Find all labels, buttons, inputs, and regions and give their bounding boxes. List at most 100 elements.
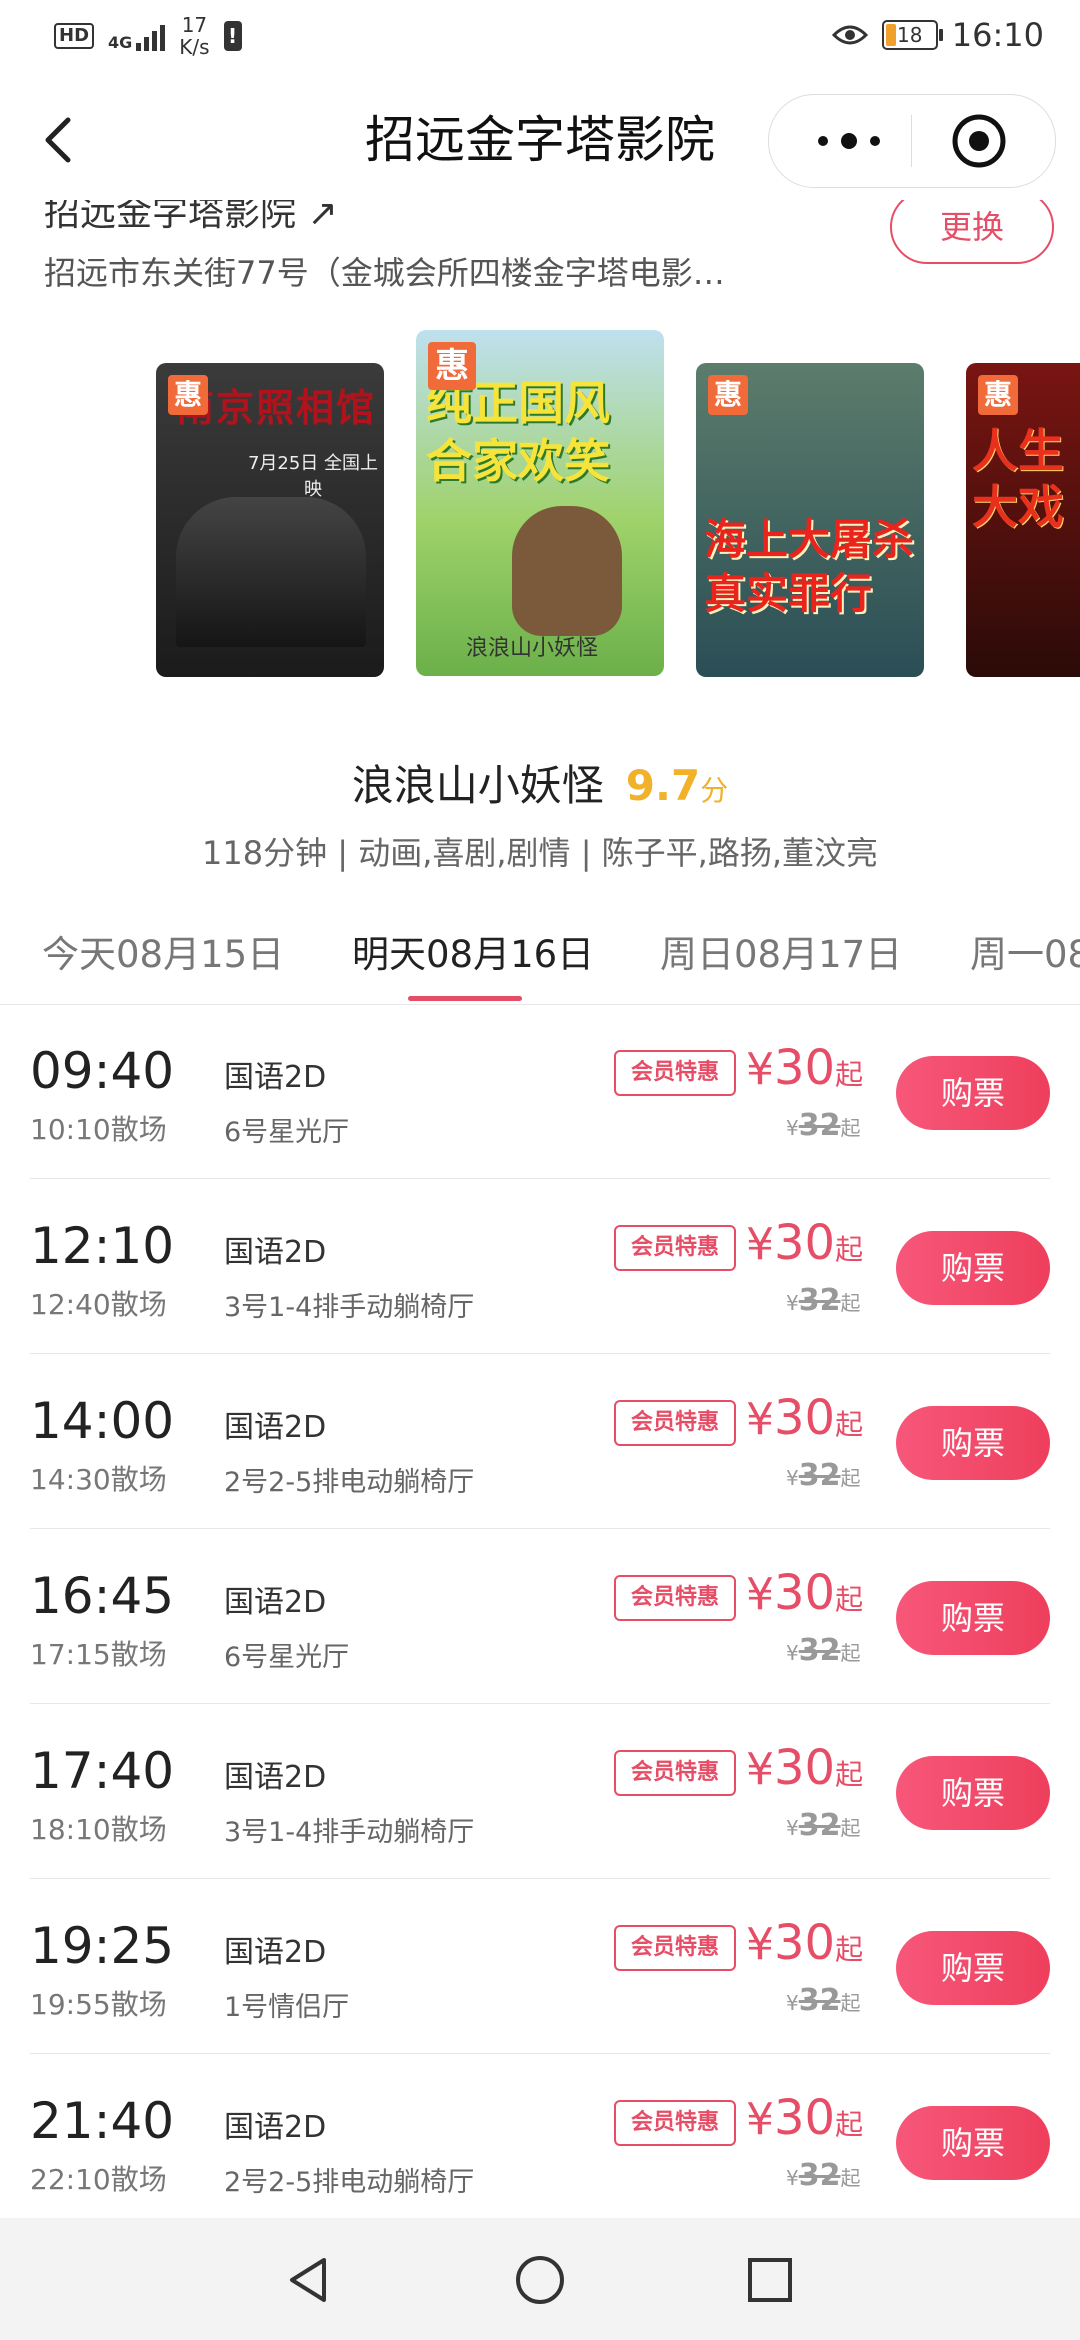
movie-title-row: 浪浪山小妖怪 9.7分 xyxy=(0,752,1080,813)
movie-poster-selected[interactable]: 纯正国风 合家欢笑 浪浪山小妖怪 惠 xyxy=(416,330,664,676)
start-time: 09:40 xyxy=(30,1042,175,1100)
movie-poster[interactable]: 南京照相馆 7月25日 全国上映 惠 xyxy=(156,363,384,677)
poster-carousel: 南京照相馆 7月25日 全国上映 惠 纯正国风 合家欢笑 浪浪山小妖怪 惠 海上… xyxy=(0,330,1080,690)
original-price: ¥32起 xyxy=(786,2158,861,2193)
poster-image xyxy=(176,497,366,647)
showtime-row: 14:00 14:30散场 国语2D 2号2-5排电动躺椅厅 会员特惠 ¥30起… xyxy=(30,1354,1050,1529)
poster-subtitle: 浪浪山小妖怪 xyxy=(466,636,599,661)
showtime-row: 09:40 10:10散场 国语2D 6号星光厅 会员特惠 ¥30起 ¥32起 … xyxy=(30,1004,1050,1179)
member-price: ¥30起 xyxy=(746,1740,864,1796)
showtime-row: 16:45 17:15散场 国语2D 6号星光厅 会员特惠 ¥30起 ¥32起 … xyxy=(30,1529,1050,1704)
tab-today[interactable]: 今天08月15日 xyxy=(42,924,284,978)
member-price: ¥30起 xyxy=(746,1215,864,1271)
eye-icon xyxy=(831,25,868,45)
original-price: ¥32起 xyxy=(786,1283,861,1318)
change-cinema-button[interactable]: 更换 xyxy=(890,200,1054,264)
showtime-row: 12:10 12:40散场 国语2D 3号1-4排手动躺椅厅 会员特惠 ¥30起… xyxy=(30,1179,1050,1354)
movie-score: 9.7 xyxy=(625,761,701,810)
start-time: 19:25 xyxy=(30,1917,175,1975)
network-type: 4G xyxy=(108,33,133,52)
original-price: ¥32起 xyxy=(786,1808,861,1843)
original-price: ¥32起 xyxy=(786,1458,861,1493)
system-nav-bar xyxy=(0,2218,1080,2340)
member-discount-badge: 会员特惠 xyxy=(614,1400,736,1446)
app-header: 招远金字塔影院 xyxy=(0,80,1080,200)
buy-ticket-button[interactable]: 购票 xyxy=(896,1231,1050,1305)
showtime-row: 21:40 22:10散场 国语2D 2号2-5排电动躺椅厅 会员特惠 ¥30起… xyxy=(30,2054,1050,2228)
start-time: 14:00 xyxy=(30,1392,175,1450)
target-icon[interactable] xyxy=(951,113,1007,169)
language-format: 国语2D xyxy=(224,2110,327,2145)
member-discount-badge: 会员特惠 xyxy=(614,1050,736,1096)
network-speed: 17 K/s xyxy=(179,13,210,59)
discount-tag: 惠 xyxy=(168,375,208,415)
showtime-row: 17:40 18:10散场 国语2D 3号1-4排手动躺椅厅 会员特惠 ¥30起… xyxy=(30,1704,1050,1879)
circle-home-icon[interactable] xyxy=(512,2252,568,2308)
member-discount-badge: 会员特惠 xyxy=(614,2100,736,2146)
language-format: 国语2D xyxy=(224,1060,327,1095)
member-price: ¥30起 xyxy=(746,1565,864,1621)
language-format: 国语2D xyxy=(224,1935,327,1970)
clock: 16:10 xyxy=(951,16,1044,54)
language-format: 国语2D xyxy=(224,1760,327,1795)
language-format: 国语2D xyxy=(224,1585,327,1620)
tab-indicator xyxy=(408,996,522,1001)
date-tabs: 今天08月15日 明天08月16日 周日08月17日 周一08月18日 xyxy=(0,900,1080,1005)
member-price: ¥30起 xyxy=(746,1390,864,1446)
poster-title: 人生大戏 xyxy=(972,424,1064,534)
hall-name: 1号情侣厅 xyxy=(224,1992,350,2023)
end-time: 14:30散场 xyxy=(30,1463,167,1496)
original-price: ¥32起 xyxy=(786,1983,861,2018)
hall-name: 6号星光厅 xyxy=(224,1117,350,1148)
discount-tag: 惠 xyxy=(708,375,748,415)
start-time: 12:10 xyxy=(30,1217,175,1275)
member-price: ¥30起 xyxy=(746,2090,864,2146)
start-time: 17:40 xyxy=(30,1742,175,1800)
buy-ticket-button[interactable]: 购票 xyxy=(896,1406,1050,1480)
tab-tomorrow[interactable]: 明天08月16日 xyxy=(352,924,594,978)
member-discount-badge: 会员特惠 xyxy=(614,1750,736,1796)
discount-tag: 惠 xyxy=(978,375,1018,415)
poster-subtitle: 7月25日 全国上映 xyxy=(247,453,379,500)
buy-ticket-button[interactable]: 购票 xyxy=(896,1056,1050,1130)
language-format: 国语2D xyxy=(224,1235,327,1270)
original-price: ¥32起 xyxy=(786,1633,861,1668)
original-price: ¥32起 xyxy=(786,1108,861,1143)
buy-ticket-button[interactable]: 购票 xyxy=(896,1581,1050,1655)
language-format: 国语2D xyxy=(224,1410,327,1445)
capsule-divider xyxy=(911,115,912,167)
square-recent-icon[interactable] xyxy=(742,2252,798,2308)
poster-title: 纯正国风 合家欢笑 xyxy=(426,376,610,488)
hall-name: 3号1-4排手动躺椅厅 xyxy=(224,1292,475,1323)
hall-name: 2号2-5排电动躺椅厅 xyxy=(224,2167,475,2198)
member-price: ¥30起 xyxy=(746,1915,864,1971)
triangle-back-icon[interactable] xyxy=(282,2252,338,2308)
movie-poster[interactable]: 人生大戏 惠 xyxy=(966,363,1080,677)
buy-ticket-button[interactable]: 购票 xyxy=(896,2106,1050,2180)
end-time: 18:10散场 xyxy=(30,1813,167,1846)
movie-meta: 118分钟 | 动画,喜剧,剧情 | 陈子平,路扬,董汶亮 xyxy=(201,834,879,872)
showtime-row: 19:25 19:55散场 国语2D 1号情侣厅 会员特惠 ¥30起 ¥32起 … xyxy=(30,1879,1050,2054)
hall-name: 3号1-4排手动躺椅厅 xyxy=(224,1817,475,1848)
cinema-name: 招远金字塔影院 ↗ xyxy=(44,200,338,234)
more-dots-icon[interactable] xyxy=(809,119,889,163)
hall-name: 2号2-5排电动躺椅厅 xyxy=(224,1467,475,1498)
movie-title: 浪浪山小妖怪 xyxy=(351,761,604,810)
member-price: ¥30起 xyxy=(746,1040,864,1096)
mini-program-capsule xyxy=(768,94,1056,188)
buy-ticket-button[interactable]: 购票 xyxy=(896,1931,1050,2005)
buy-ticket-button[interactable]: 购票 xyxy=(896,1756,1050,1830)
member-discount-badge: 会员特惠 xyxy=(614,1575,736,1621)
member-discount-badge: 会员特惠 xyxy=(614,1925,736,1971)
poster-image xyxy=(512,506,622,636)
end-time: 22:10散场 xyxy=(30,2163,167,2196)
movie-poster[interactable]: 海上大屠杀 真实罪行 惠 xyxy=(696,363,924,677)
cinema-info: 招远金字塔影院 ↗ 招远市东关街77号（金城会所四楼金字塔电影… 更换 xyxy=(0,200,1080,310)
poster-title: 海上大屠杀 真实罪行 xyxy=(704,515,915,618)
tab-monday[interactable]: 周一08月18日 xyxy=(970,924,1080,978)
tab-sunday[interactable]: 周日08月17日 xyxy=(660,924,902,978)
cinema-address[interactable]: 招远市东关街77号（金城会所四楼金字塔电影… xyxy=(44,248,725,294)
score-unit: 分 xyxy=(700,774,729,807)
discount-tag: 惠 xyxy=(428,342,476,390)
end-time: 12:40散场 xyxy=(30,1288,167,1321)
